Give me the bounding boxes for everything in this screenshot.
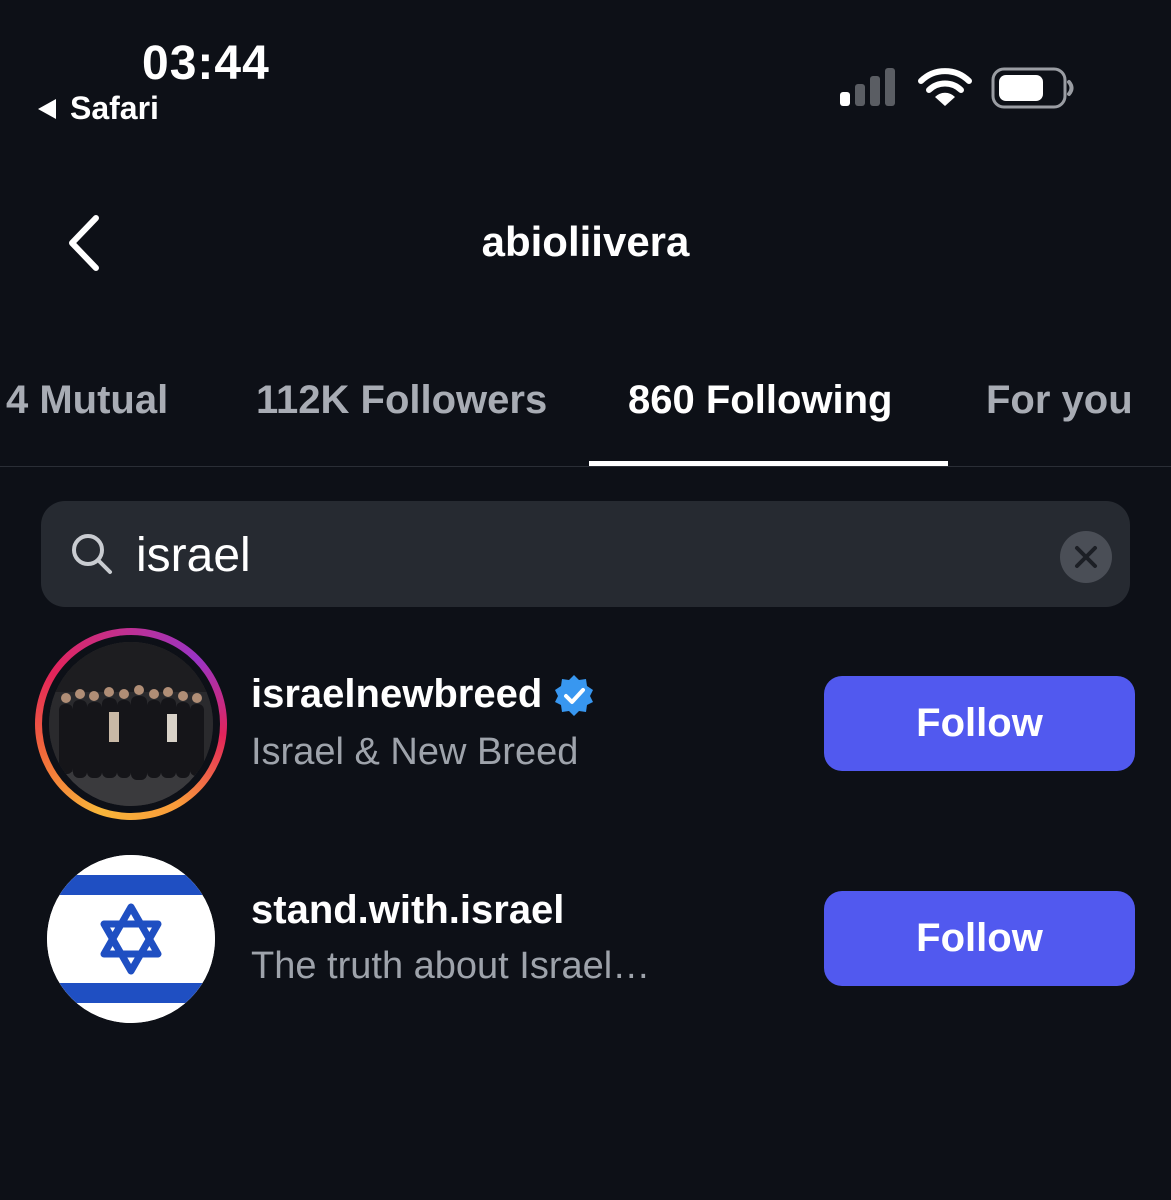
back-triangle-icon	[38, 98, 56, 119]
tab-mutual[interactable]: 4 Mutual	[6, 378, 168, 423]
battery-icon	[991, 67, 1074, 109]
avatar-israelnewbreed[interactable]	[49, 642, 213, 806]
tab-following[interactable]: 860 Following	[628, 378, 892, 423]
avatar-stand-with-israel[interactable]	[47, 855, 215, 1023]
tab-for-you[interactable]: For you	[986, 378, 1133, 423]
back-app-label: Safari	[70, 90, 159, 126]
tabs-divider	[0, 466, 1171, 467]
result-username-row: israelnewbreed	[251, 672, 596, 717]
clear-search-button[interactable]	[1060, 531, 1112, 583]
search-icon	[72, 534, 112, 574]
clear-icon	[1075, 546, 1097, 568]
signal-icon	[840, 68, 895, 106]
result-full-name: The truth about Israel…	[251, 945, 651, 987]
follow-button[interactable]: Follow	[824, 676, 1135, 771]
israel-flag-image	[47, 855, 215, 1023]
wifi-icon	[918, 68, 972, 106]
page-title: abioliivera	[481, 218, 690, 265]
result-full-name: Israel & New Breed	[251, 731, 579, 773]
tab-followers[interactable]: 112K Followers	[256, 378, 547, 423]
group-photo-image	[49, 642, 213, 806]
search-input[interactable]	[136, 522, 1036, 588]
follow-button[interactable]: Follow	[824, 891, 1135, 986]
result-username[interactable]: stand.with.israel	[251, 888, 564, 933]
back-to-app-link[interactable]: Safari	[38, 90, 159, 127]
result-username[interactable]: israelnewbreed	[251, 672, 542, 717]
verified-badge-icon	[555, 674, 594, 716]
status-time: 03:44	[142, 37, 270, 90]
